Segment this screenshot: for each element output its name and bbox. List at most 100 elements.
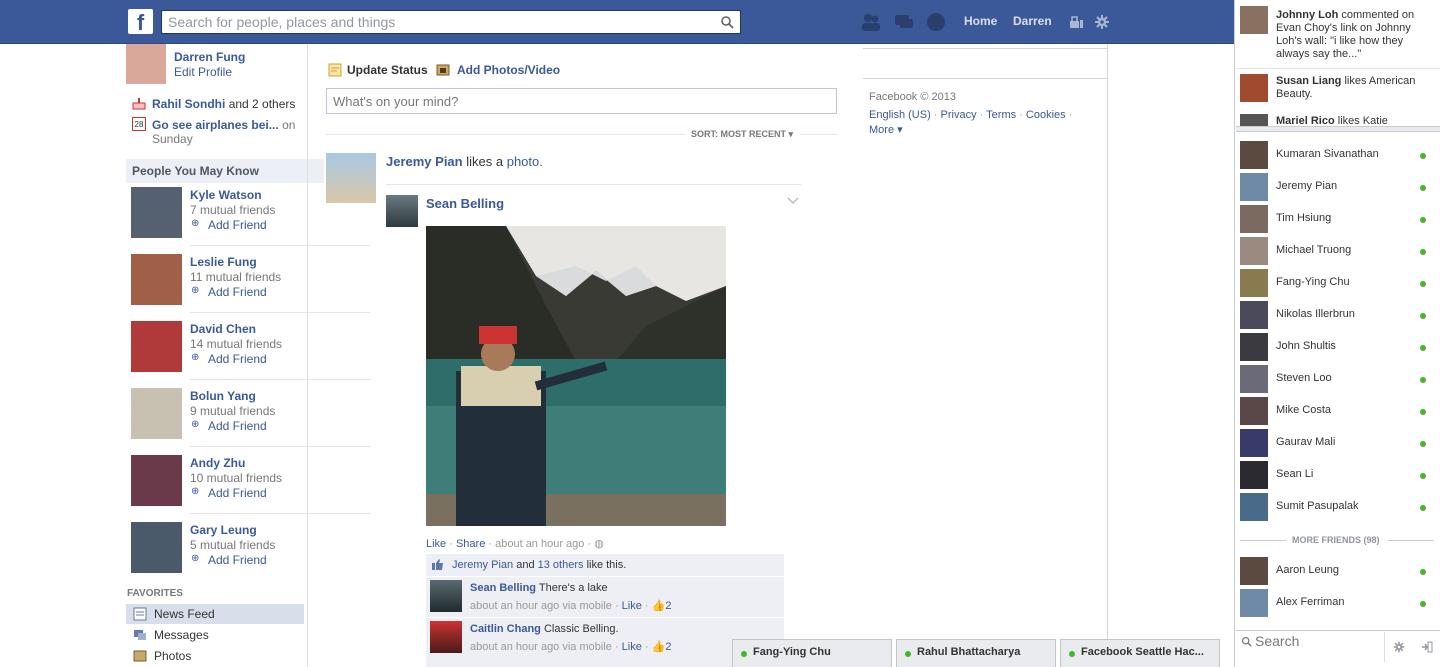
chat-friend-row[interactable]: John Shultis <box>1240 333 1436 363</box>
messages-icon[interactable] <box>893 11 915 33</box>
story-thumbnail[interactable] <box>326 153 376 203</box>
footer-language[interactable]: English (US) <box>869 109 931 121</box>
comment-1-like[interactable]: Like <box>622 600 642 612</box>
pymk-mutual-friends[interactable]: 10 mutual friends <box>190 471 282 485</box>
ticker-item-3[interactable]: Mariel Rico likes Katie <box>1276 115 1436 126</box>
story-actor-link[interactable]: Jeremy Pian <box>386 154 463 169</box>
pymk-avatar[interactable] <box>131 455 182 506</box>
chat-friend-row[interactable]: Gaurav Mali <box>1240 429 1436 459</box>
add-friend-link[interactable]: Add Friend <box>208 553 267 567</box>
post-photo[interactable] <box>426 226 726 526</box>
chat-settings-gear-icon[interactable] <box>1393 641 1405 653</box>
facebook-logo[interactable]: f <box>128 9 153 35</box>
nav-profile-link[interactable]: Darren <box>1013 14 1052 28</box>
comment-avatar-1[interactable] <box>430 580 462 612</box>
chat-tab-1[interactable]: Fang-Ying Chu <box>732 639 892 667</box>
search-input[interactable] <box>162 11 702 33</box>
post-author-avatar[interactable] <box>386 195 418 227</box>
comment-2-author[interactable]: Caitlin Chang <box>470 623 541 635</box>
pymk-name-link[interactable]: David Chen <box>190 322 256 336</box>
notifications-globe-icon[interactable] <box>925 11 947 33</box>
pymk-name-link[interactable]: Gary Leung <box>190 523 257 537</box>
privacy-lock-icon[interactable] <box>1068 14 1084 30</box>
chat-tab-3[interactable]: Facebook Seattle Hac... <box>1060 639 1220 667</box>
comment-2-like-count[interactable]: 👍2 <box>652 641 672 653</box>
pymk-name-link[interactable]: Andy Zhu <box>190 456 245 470</box>
pymk-name-link[interactable]: Leslie Fung <box>190 255 257 269</box>
footer-terms[interactable]: Terms <box>986 109 1016 121</box>
ticker-resize-handle[interactable] <box>1236 126 1440 132</box>
chat-friend-row[interactable]: Sean Li <box>1240 461 1436 491</box>
status-input[interactable]: What's on your mind? <box>326 88 837 114</box>
add-friend-link[interactable]: Add Friend <box>208 285 267 299</box>
add-friend-link[interactable]: Add Friend <box>208 419 267 433</box>
chat-friend-row[interactable]: Sumit Pasupalak <box>1240 493 1436 523</box>
post-like-link[interactable]: Like <box>426 538 446 550</box>
pymk-avatar[interactable] <box>131 187 182 238</box>
add-friend-link[interactable]: Add Friend <box>208 218 267 232</box>
pymk-avatar[interactable] <box>131 388 182 439</box>
post-options-chevron-icon[interactable] <box>786 196 800 206</box>
chat-search-input[interactable]: Search <box>1255 633 1299 649</box>
pymk-name-link[interactable]: Bolun Yang <box>190 389 256 403</box>
add-photos-tab[interactable]: Add Photos/Video <box>457 63 560 77</box>
post-author-link[interactable]: Sean Belling <box>426 196 504 211</box>
chat-friend-row[interactable]: Nikolas Illerbrun <box>1240 301 1436 331</box>
pymk-mutual-friends[interactable]: 5 mutual friends <box>190 538 275 552</box>
pymk-mutual-friends[interactable]: 9 mutual friends <box>190 404 275 418</box>
chat-friend-row[interactable]: Kumaran Sivanathan <box>1240 141 1436 171</box>
chat-tab-2[interactable]: Rahul Bhattacharya <box>896 639 1056 667</box>
ticker-avatar-2[interactable] <box>1240 74 1268 102</box>
footer-cookies[interactable]: Cookies <box>1026 109 1066 121</box>
edit-profile-link[interactable]: Edit Profile <box>174 65 232 79</box>
post-share-link[interactable]: Share <box>456 538 485 550</box>
pymk-mutual-friends[interactable]: 7 mutual friends <box>190 203 275 217</box>
friend-requests-icon[interactable] <box>860 11 882 33</box>
birthday-name-link[interactable]: Rahil Sondhi <box>152 97 225 111</box>
likers-others-link[interactable]: 13 others <box>538 559 584 571</box>
chat-friend-row[interactable]: Steven Loo <box>1240 365 1436 395</box>
profile-name-link[interactable]: Darren Fung <box>174 50 245 64</box>
likers-first-link[interactable]: Jeremy Pian <box>452 559 513 571</box>
ticker-avatar-3[interactable] <box>1240 114 1268 126</box>
story-object-link[interactable]: photo. <box>507 154 543 169</box>
settings-gear-icon[interactable] <box>1094 14 1110 30</box>
favorites-news-feed[interactable]: News Feed <box>154 607 215 621</box>
pymk-mutual-friends[interactable]: 11 mutual friends <box>190 270 281 284</box>
favorites-messages[interactable]: Messages <box>154 628 209 642</box>
chat-friend-row[interactable]: Jeremy Pian <box>1240 173 1436 203</box>
search-box[interactable] <box>161 10 741 34</box>
pymk-avatar[interactable] <box>131 321 182 372</box>
event-title-link[interactable]: Go see airplanes bei... <box>152 118 279 132</box>
chat-friend-row[interactable]: Alex Ferriman <box>1240 589 1436 619</box>
post-timestamp[interactable]: about an hour ago <box>495 538 584 550</box>
comment-1-like-count[interactable]: 👍2 <box>652 600 672 612</box>
chat-friend-row[interactable]: Mike Costa <box>1240 397 1436 427</box>
add-friend-link[interactable]: Add Friend <box>208 486 267 500</box>
pymk-name-link[interactable]: Kyle Watson <box>190 188 262 202</box>
pymk-mutual-friends[interactable]: 14 mutual friends <box>190 337 282 351</box>
profile-avatar[interactable] <box>126 44 166 84</box>
chat-friend-row[interactable]: Aaron Leung <box>1240 557 1436 587</box>
comment-1-author[interactable]: Sean Belling <box>470 582 536 594</box>
footer-privacy[interactable]: Privacy <box>941 109 977 121</box>
ticker-item-1[interactable]: Johnny Loh commented on Evan Choy's link… <box>1276 9 1436 61</box>
comment-2-like[interactable]: Like <box>622 641 642 653</box>
chat-friend-row[interactable]: Michael Truong <box>1240 237 1436 267</box>
footer-more[interactable]: More ▾ <box>869 123 903 136</box>
chat-friend-row[interactable]: Fang-Ying Chu <box>1240 269 1436 299</box>
chat-friend-row[interactable]: Tim Hsiung <box>1240 205 1436 235</box>
update-status-tab[interactable]: Update Status <box>347 63 428 77</box>
nav-home-link[interactable]: Home <box>964 14 997 28</box>
search-icon[interactable] <box>720 15 734 29</box>
ticker-avatar-1[interactable] <box>1240 6 1268 34</box>
ticker-item-2[interactable]: Susan Liang likes American Beauty. <box>1276 75 1436 101</box>
hide-sidebar-icon[interactable] <box>1421 641 1433 653</box>
add-friend-link[interactable]: Add Friend <box>208 352 267 366</box>
comment-avatar-2[interactable] <box>430 621 462 653</box>
birthday-rest[interactable]: and 2 others <box>229 97 296 111</box>
sort-dropdown[interactable]: SORT: MOST RECENT ▾ <box>691 129 793 140</box>
pymk-avatar[interactable] <box>131 254 182 305</box>
pymk-avatar[interactable] <box>131 522 182 573</box>
favorites-photos[interactable]: Photos <box>154 649 191 663</box>
